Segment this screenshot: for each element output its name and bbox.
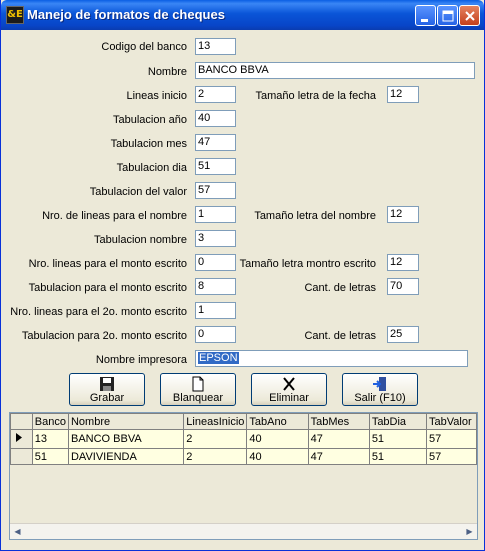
lineas-nombre-input[interactable]: 1 xyxy=(195,206,236,223)
tab-valor-label: Tabulacion del valor xyxy=(89,186,187,198)
maximize-icon xyxy=(442,10,454,22)
close-button[interactable] xyxy=(459,5,480,26)
impresora-value: EPSON xyxy=(198,352,239,364)
nombre-label: Nombre xyxy=(147,66,187,78)
column-header[interactable]: TabDia xyxy=(368,413,428,430)
tab-dia-label: Tabulacion dia xyxy=(116,162,187,174)
grabar-label: Grabar xyxy=(89,392,125,404)
table-cell[interactable]: 57 xyxy=(426,429,477,449)
current-row-arrow-icon xyxy=(16,433,22,442)
save-icon xyxy=(100,377,114,391)
table-cell[interactable]: 51 xyxy=(368,429,428,449)
tab-nombre-input[interactable]: 3 xyxy=(195,230,236,247)
column-header[interactable]: Banco xyxy=(31,413,69,430)
impresora-input[interactable]: EPSON xyxy=(195,350,468,367)
column-header[interactable]: LineasInicio xyxy=(183,413,248,430)
codigo-label: Codigo del banco xyxy=(101,41,187,53)
column-header[interactable]: TabAno xyxy=(246,413,309,430)
lineas-monto2-input[interactable]: 1 xyxy=(195,302,236,319)
table-cell[interactable]: DAVIVIENDA xyxy=(67,448,185,465)
header-corner xyxy=(10,413,33,430)
cant-letras2-input[interactable]: 25 xyxy=(387,326,419,343)
blanquear-button[interactable]: Blanquear xyxy=(160,373,236,406)
table-cell[interactable]: 51 xyxy=(31,448,69,465)
tab-monto2-label: Tabulacion para 2o. monto escrito xyxy=(21,330,187,342)
tab-anio-label: Tabulacion año xyxy=(112,114,187,126)
tam-fecha-input[interactable]: 12 xyxy=(387,86,419,103)
table-cell[interactable]: 57 xyxy=(426,448,477,465)
title-bar[interactable]: &E Manejo de formatos de cheques xyxy=(1,0,484,30)
table-cell[interactable]: 51 xyxy=(368,448,428,465)
table-row[interactable]: 13 BANCO BBVA 2 40 47 51 57 xyxy=(10,429,477,449)
tam-monto-input[interactable]: 12 xyxy=(387,254,419,271)
table-row[interactable]: 51 DAVIVIENDA 2 40 47 51 57 xyxy=(10,448,477,465)
tab-monto2-input[interactable]: 0 xyxy=(195,326,236,343)
tab-monto-label: Tabulacion para el monto escrito xyxy=(28,282,187,294)
bancos-table: Banco Nombre LineasInicio TabAno TabMes … xyxy=(10,413,477,465)
table-cell[interactable]: 2 xyxy=(183,448,248,465)
grabar-button[interactable]: Grabar xyxy=(69,373,145,406)
tam-monto-label: Tamaño letra montro escrito xyxy=(239,258,376,270)
tam-nombre-label: Tamaño letra del nombre xyxy=(254,210,376,222)
tam-fecha-label: Tamaño letra de la fecha xyxy=(255,90,376,102)
column-header[interactable]: TabMes xyxy=(307,413,370,430)
lineas-monto-label: Nro. lineas para el monto escrito xyxy=(28,258,187,270)
table-cell[interactable]: 47 xyxy=(307,448,370,465)
lineas-nombre-label: Nro. de lineas para el nombre xyxy=(42,210,187,222)
lineas-monto-input[interactable]: 0 xyxy=(195,254,236,271)
salir-label: Salir (F10) xyxy=(354,392,406,404)
table-cell[interactable]: 2 xyxy=(183,429,248,449)
table-cell[interactable]: 40 xyxy=(246,448,309,465)
app-icon: &E xyxy=(6,6,24,24)
table-cell[interactable]: BANCO BBVA xyxy=(67,429,185,449)
main-window: &E Manejo de formatos de cheques Codigo … xyxy=(0,0,485,551)
impresora-label: Nombre impresora xyxy=(95,354,187,366)
maximize-button[interactable] xyxy=(437,5,458,26)
exit-door-icon xyxy=(373,377,386,391)
cant-letras1-input[interactable]: 70 xyxy=(387,278,419,295)
salir-button[interactable]: Salir (F10) xyxy=(342,373,418,406)
table-cell[interactable]: 13 xyxy=(31,429,69,449)
eliminar-button[interactable]: Eliminar xyxy=(251,373,327,406)
scroll-left-icon[interactable]: ◀ xyxy=(12,526,23,537)
nombre-input[interactable]: BANCO BBVA xyxy=(195,62,475,79)
blanquear-label: Blanquear xyxy=(172,392,224,404)
lineas-inicio-label: Lineas inicio xyxy=(126,90,187,102)
close-icon xyxy=(465,11,475,21)
tam-nombre-input[interactable]: 12 xyxy=(387,206,419,223)
table-header-row: Banco Nombre LineasInicio TabAno TabMes … xyxy=(10,413,477,430)
window-title: Manejo de formatos de cheques xyxy=(27,7,225,22)
column-header[interactable]: Nombre xyxy=(67,413,185,430)
lineas-inicio-input[interactable]: 2 xyxy=(195,86,236,103)
row-selector[interactable] xyxy=(10,448,33,465)
cant-letras1-label: Cant. de letras xyxy=(304,282,376,294)
tab-mes-label: Tabulacion mes xyxy=(110,138,187,150)
column-header[interactable]: TabValor xyxy=(426,413,477,430)
minimize-button[interactable] xyxy=(415,5,436,26)
delete-x-icon xyxy=(283,377,295,391)
tab-valor-input[interactable]: 57 xyxy=(195,182,236,199)
horizontal-scrollbar[interactable]: ◀ ▶ xyxy=(10,523,477,539)
tab-dia-input[interactable]: 51 xyxy=(195,158,236,175)
cant-letras2-label: Cant. de letras xyxy=(304,330,376,342)
tab-anio-input[interactable]: 40 xyxy=(195,110,236,127)
row-selector[interactable] xyxy=(10,429,33,449)
tab-nombre-label: Tabulacion nombre xyxy=(94,234,187,246)
tab-monto-input[interactable]: 8 xyxy=(195,278,236,295)
minimize-icon xyxy=(421,19,428,22)
lineas-monto2-label: Nro. lineas para el 2o. monto escrito xyxy=(10,306,187,318)
table-cell[interactable]: 47 xyxy=(307,429,370,449)
tab-mes-input[interactable]: 47 xyxy=(195,134,236,151)
new-document-icon xyxy=(192,376,204,392)
table-cell[interactable]: 40 xyxy=(246,429,309,449)
eliminar-label: Eliminar xyxy=(269,392,309,404)
bancos-grid[interactable]: Banco Nombre LineasInicio TabAno TabMes … xyxy=(9,412,478,540)
scroll-right-icon[interactable]: ▶ xyxy=(464,526,475,537)
codigo-input[interactable]: 13 xyxy=(195,38,236,55)
